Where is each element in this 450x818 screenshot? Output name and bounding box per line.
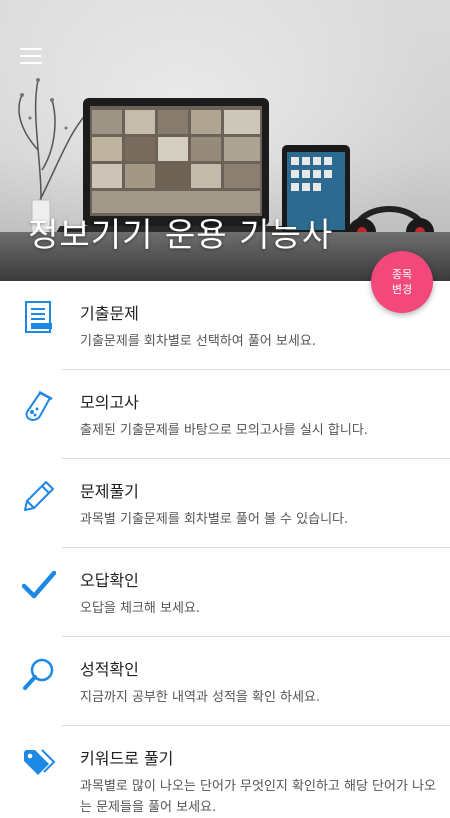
pencil-icon xyxy=(24,481,54,511)
tag-icon xyxy=(24,749,56,775)
menu-item-desc: 과목별 기출문제를 회차별로 풀어 볼 수 있습니다. xyxy=(80,512,349,527)
page-title: 정보기기 운용 기능사 xyxy=(28,215,334,254)
plant-icon xyxy=(18,79,91,226)
menu-item-keywords[interactable]: 키워드로 풀기 과목별로 많이 나오는 단어가 무엇인지 확인하고 해당 단어가… xyxy=(0,726,450,815)
change-subject-button[interactable]: 종목 변경 xyxy=(371,251,433,313)
hamburger-menu-icon[interactable] xyxy=(20,48,42,64)
menu-item-grades[interactable]: 성적확인 지금까지 공부한 내역과 성적을 확인 하세요. xyxy=(0,637,450,726)
menu-item-mock-exam[interactable]: 모의고사 출제된 기출문제를 바탕으로 모의고사를 실시 합니다. xyxy=(0,370,450,459)
menu-item-title: 문제풀기 xyxy=(80,482,139,501)
menu-item-solve-problems[interactable]: 문제풀기 과목별 기출문제를 회차별로 풀어 볼 수 있습니다. xyxy=(0,459,450,548)
checkmark-icon xyxy=(22,570,56,599)
menu-item-title: 키워드로 풀기 xyxy=(80,749,174,768)
hero-banner: 정보기기 운용 기능사 xyxy=(0,0,450,281)
menu-item-title: 오답확인 xyxy=(80,571,139,590)
menu-list: 기출문제 기출문제를 회차별로 선택하여 풀어 보세요. 모의고사 출제된 기출… xyxy=(0,281,450,815)
magnifier-icon xyxy=(23,658,54,690)
menu-item-desc: 기출문제를 회차별로 선택하여 풀어 보세요. xyxy=(80,334,316,349)
menu-item-desc: 오답을 체크해 보세요. xyxy=(80,601,201,616)
menu-item-wrong-answers[interactable]: 오답확인 오답을 체크해 보세요. xyxy=(0,548,450,637)
document-list-icon xyxy=(25,301,52,333)
change-subject-label-line2: 변경 xyxy=(391,283,413,296)
menu-item-desc: 출제된 기출문제를 바탕으로 모의고사를 실시 합니다. xyxy=(80,423,368,438)
menu-item-desc: 지금까지 공부한 내역과 성적을 확인 하세요. xyxy=(80,690,321,705)
menu-item-title: 모의고사 xyxy=(80,393,139,412)
flask-icon xyxy=(25,390,53,421)
menu-item-title: 성적확인 xyxy=(80,660,139,679)
change-subject-label-line1: 종목 xyxy=(391,268,413,281)
menu-item-desc: 과목별로 많이 나오는 단어가 무엇인지 확인하고 해당 단어가 나오는 문제들… xyxy=(80,779,436,815)
menu-item-title: 기출문제 xyxy=(80,304,139,323)
